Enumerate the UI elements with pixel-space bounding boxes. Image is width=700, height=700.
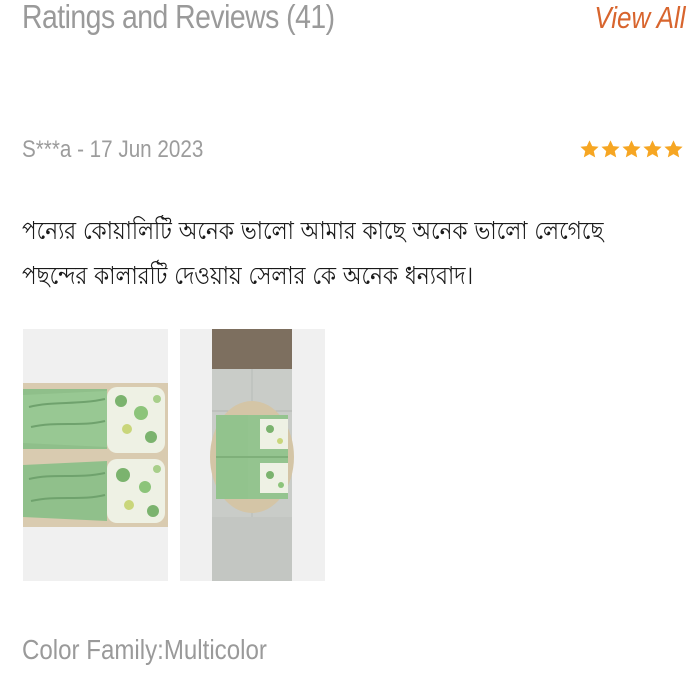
review-text-line: পন্যের কোয়ালিটি অনেক ভালো আমার কাছে অনে…: [22, 216, 604, 245]
star-icon: [622, 140, 641, 158]
review-photo-1[interactable]: [23, 329, 168, 581]
star-icon: [664, 140, 683, 158]
review-photo-2[interactable]: [180, 329, 325, 581]
review-text-line: পছন্দের কালারটি দেওয়ায় সেলার কে অনেক ধ…: [22, 261, 474, 290]
star-rating: [579, 139, 684, 160]
review-author-date: S***a - 17 Jun 2023: [22, 136, 204, 163]
reviews-header: Ratings and Reviews (41) View All: [0, 0, 700, 50]
review-text: পন্যের কোয়ালিটি অনেক ভালো আমার কাছে অনে…: [22, 208, 604, 298]
star-icon: [580, 140, 599, 158]
star-icon: [643, 140, 662, 158]
reviews-title: Ratings and Reviews (41): [22, 0, 335, 35]
gloves-photo-image: [23, 329, 168, 581]
reviews-page: Ratings and Reviews (41) View All S***a …: [0, 0, 700, 700]
view-all-link[interactable]: View All: [595, 0, 686, 36]
gloves-floor-photo-image: [180, 329, 325, 581]
review-photos: [23, 329, 325, 581]
star-icon: [601, 140, 620, 158]
color-family-label: Color Family:Multicolor: [22, 634, 267, 665]
